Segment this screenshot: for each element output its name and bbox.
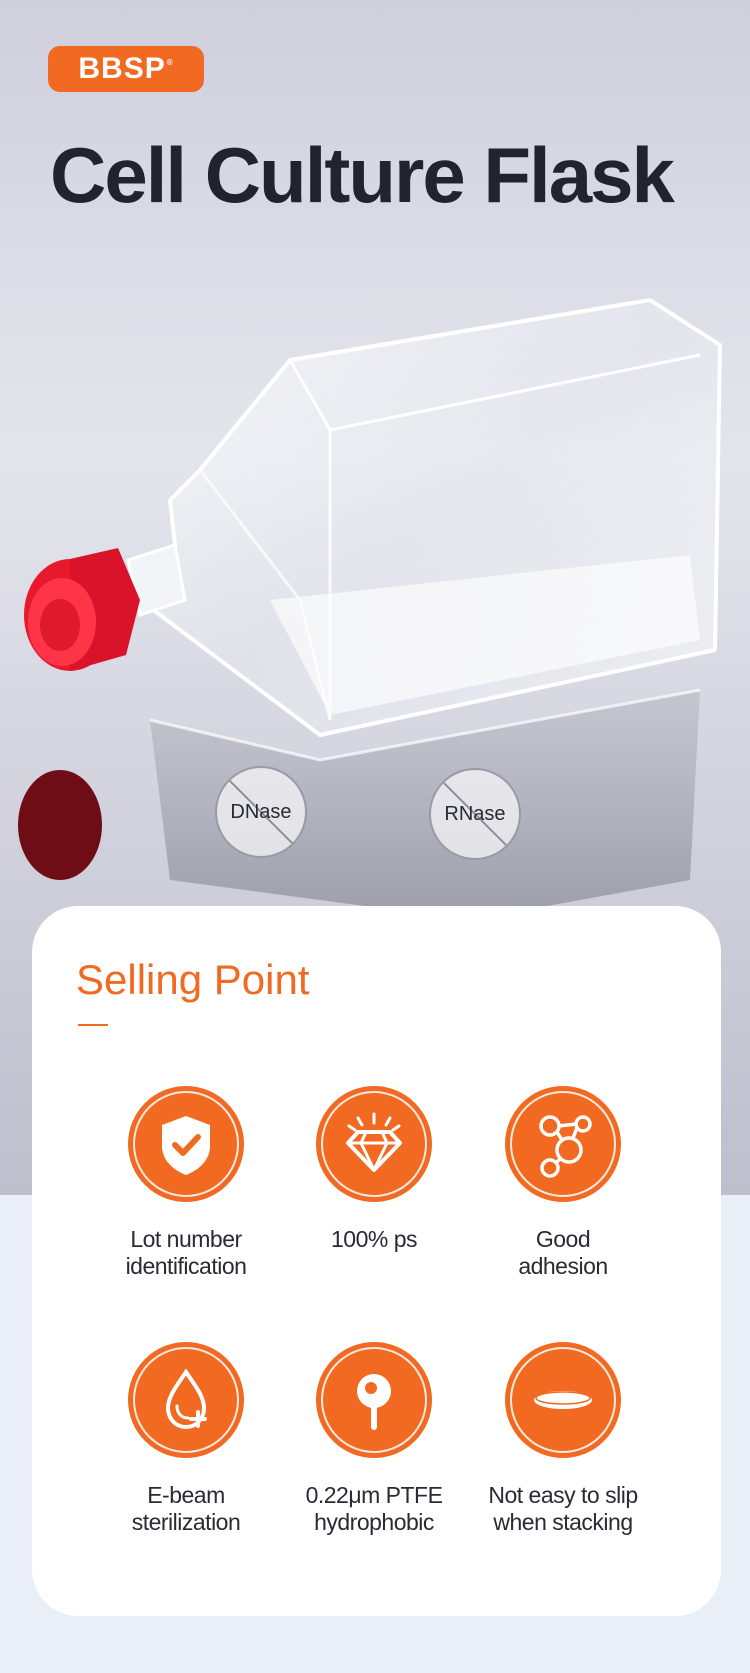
dnase-free-badge: DNase <box>215 766 307 858</box>
feature-e-beam: E-beam sterilization <box>76 1342 296 1536</box>
feature-label: 0.22μm PTFE hydrophobic <box>305 1482 443 1535</box>
molecule-icon <box>539 1115 592 1178</box>
feature-lot-number: Lot number identification <box>76 1086 296 1280</box>
heading-underline <box>78 1024 108 1026</box>
rnase-label: RNase <box>444 802 506 825</box>
pin-icon <box>357 1374 391 1430</box>
feature-label: 100% ps <box>330 1226 418 1252</box>
page-title: Cell Culture Flask <box>50 131 675 219</box>
feature-100-ps: 100% ps <box>264 1086 484 1253</box>
selling-point-heading: Selling Point <box>76 956 310 1003</box>
diamond-icon <box>346 1112 402 1172</box>
dnase-label: DNase <box>230 800 292 823</box>
selling-point-card: Selling Point Lot number identification … <box>32 906 721 1616</box>
rnase-free-badge: RNase <box>429 768 521 860</box>
feature-label: Not easy to slip when stacking <box>488 1482 638 1535</box>
feature-good-adhesion: Good adhesion <box>453 1086 673 1280</box>
feature-label: Lot number identification <box>125 1226 247 1279</box>
drop-plus-icon <box>165 1368 207 1430</box>
feature-label: Good adhesion <box>518 1226 608 1279</box>
brand-logo: BBSP ® <box>48 46 204 92</box>
registered-mark: ® <box>166 57 174 67</box>
flask-image <box>18 298 722 920</box>
shield-check-icon <box>162 1116 210 1175</box>
feature-no-slip: Not easy to slip when stacking <box>453 1342 673 1536</box>
feature-ptfe: 0.22μm PTFE hydrophobic <box>264 1342 484 1536</box>
disc-icon <box>534 1391 592 1409</box>
brand-logo-text: BBSP <box>78 52 166 85</box>
feature-label: E-beam sterilization <box>131 1482 241 1535</box>
